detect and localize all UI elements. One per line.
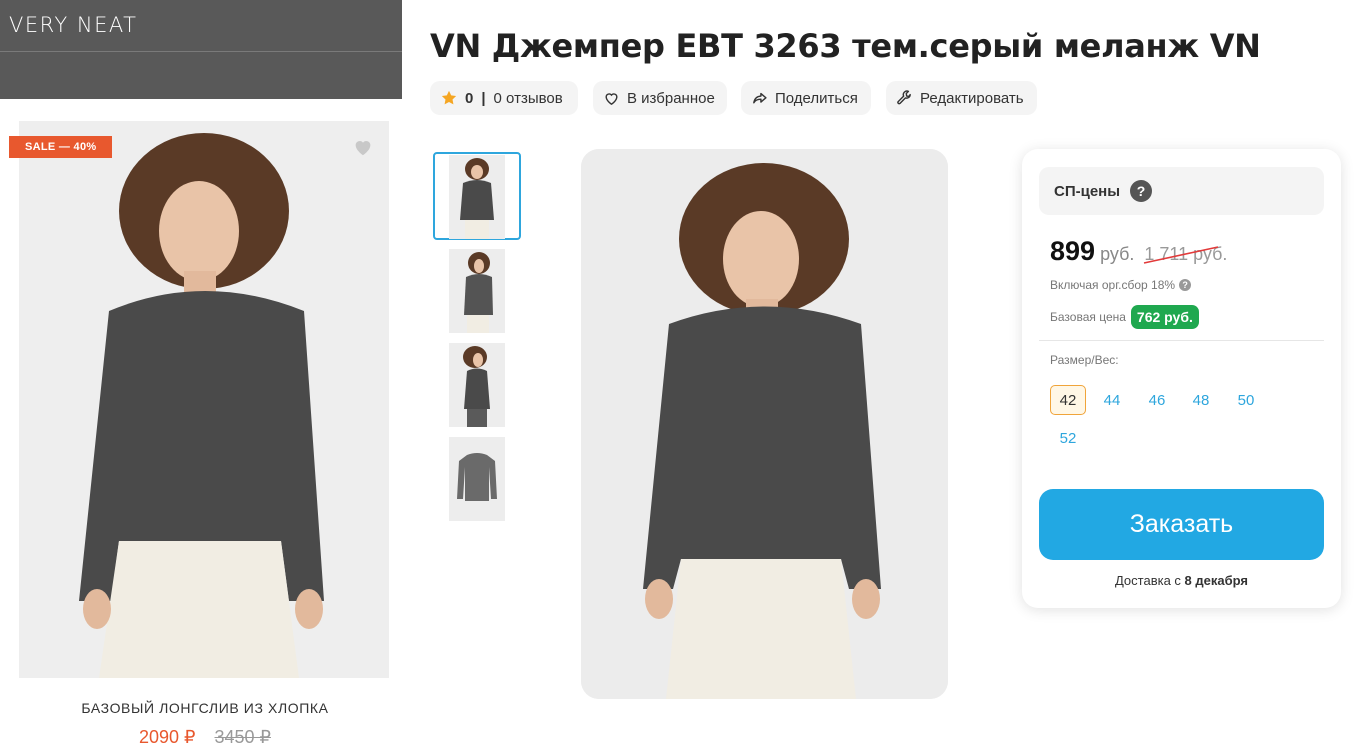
reviews-link[interactable]: 0 отзывов (494, 90, 563, 107)
size-option-46[interactable]: 46 (1139, 385, 1175, 415)
thumbnail-flat-view[interactable] (449, 437, 505, 521)
share-button[interactable]: Поделиться (741, 81, 871, 115)
thumbnail-side-view[interactable] (449, 249, 505, 333)
promo-price-new: 2090 ₽ (138, 727, 196, 747)
promo-product-title[interactable]: БАЗОВЫЙ ЛОНГСЛИВ ИЗ ХЛОПКА (0, 700, 410, 716)
promo-price-row: 2090 ₽ 3450 ₽ (0, 727, 410, 748)
heart-outline-icon (605, 92, 618, 105)
delivery-note: Доставка с 8 декабря (1022, 573, 1341, 588)
old-price: 1 711 руб. (1144, 244, 1227, 265)
help-icon[interactable]: ? (1130, 180, 1153, 202)
size-label: Размер/Вес: (1050, 353, 1119, 367)
base-price-row: Базовая цена 762 руб. (1050, 305, 1199, 329)
fee-note: Включая орг.сбор 18% ? (1050, 278, 1192, 292)
thumbnail-profile-view[interactable] (449, 343, 505, 427)
card-divider (1039, 340, 1324, 341)
strikethrough-mark (1144, 246, 1219, 264)
main-product-image[interactable] (581, 149, 948, 699)
edit-label: Редактировать (920, 89, 1024, 107)
rating-separator: | (481, 89, 486, 107)
share-label: Поделиться (775, 89, 858, 107)
order-button[interactable]: Заказать (1039, 489, 1324, 560)
page-title: VN Джемпер ЕВТ 3263 тем.серый меланж VN (430, 27, 1261, 65)
size-option-42[interactable]: 42 (1050, 385, 1086, 415)
sp-prices-box[interactable]: СП-цены ? (1039, 167, 1324, 215)
header-divider (0, 51, 402, 52)
size-option-50[interactable]: 50 (1228, 385, 1264, 415)
delivery-date: 8 декабря (1184, 573, 1248, 588)
rating-chip[interactable]: 0 | 0 отзывов (430, 81, 578, 115)
promo-price-old: 3450 ₽ (214, 727, 272, 747)
thumbnail-front-view[interactable] (449, 155, 505, 239)
brand-logo[interactable]: VERY NEAT (9, 13, 137, 37)
favorites-label: В избранное (627, 89, 715, 107)
price-row: 899 руб. 1 711 руб. (1050, 236, 1227, 267)
base-price-badge: 762 руб. (1130, 305, 1199, 329)
fee-note-text: Включая орг.сбор 18% (1050, 278, 1176, 292)
current-price: 899 (1050, 236, 1096, 266)
sp-prices-label: СП-цены (1054, 182, 1121, 200)
edit-button[interactable]: Редактировать (886, 81, 1037, 115)
star-icon (441, 90, 457, 105)
size-option-52[interactable]: 52 (1050, 423, 1086, 453)
fee-help-icon[interactable]: ? (1179, 279, 1192, 291)
size-option-48[interactable]: 48 (1183, 385, 1219, 415)
heart-icon[interactable] (352, 136, 374, 158)
price-currency: руб. (1100, 244, 1135, 264)
promo-product-image[interactable] (19, 121, 389, 678)
base-price-label: Базовая цена (1050, 310, 1126, 324)
delivery-prefix: Доставка с (1114, 573, 1185, 588)
price-card: СП-цены ? 899 руб. 1 711 руб. Включая ор… (1022, 149, 1341, 608)
rating-value: 0 (465, 89, 474, 107)
wrench-icon (897, 89, 911, 104)
share-icon (753, 92, 767, 103)
size-option-44[interactable]: 44 (1094, 385, 1130, 415)
add-to-favorites-button[interactable]: В избранное (593, 81, 727, 115)
promo-header: VERY NEAT (0, 0, 402, 99)
sale-badge: SALE — 40% (9, 136, 113, 158)
